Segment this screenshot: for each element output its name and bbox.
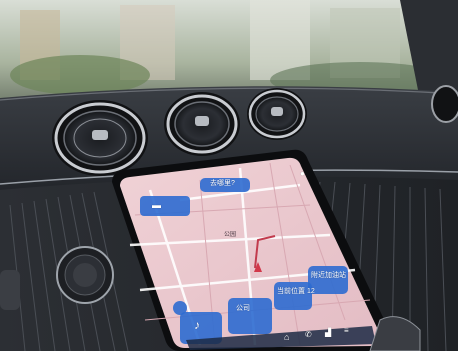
car-icon: ▬ bbox=[152, 200, 161, 210]
tile-far-right-label: 附近加油站 bbox=[311, 272, 346, 279]
home-icon[interactable]: ⌂ bbox=[284, 333, 289, 342]
air-vent-right bbox=[247, 88, 307, 140]
map-settings-button[interactable] bbox=[173, 301, 187, 315]
phone-icon[interactable]: ✆ bbox=[305, 331, 312, 339]
map-place-label: 公园 bbox=[224, 232, 237, 238]
left-edge-control bbox=[0, 270, 20, 310]
tile-right[interactable] bbox=[274, 282, 312, 310]
air-vent-left bbox=[52, 100, 148, 176]
seat-icon[interactable]: ▟ bbox=[325, 329, 331, 337]
destination-chip[interactable]: 去哪里? bbox=[210, 180, 235, 188]
car-tile[interactable] bbox=[140, 196, 190, 216]
mic-icon[interactable]: ● bbox=[300, 170, 305, 178]
volume-knob bbox=[56, 246, 114, 304]
dashboard-scene bbox=[0, 0, 458, 351]
tile-mid[interactable] bbox=[228, 298, 272, 334]
music-note-icon: ♪ bbox=[194, 318, 200, 332]
dashboard-photo: 去哪里? 公司 当前位置 12 附近加油站 公园 ▬ ♪ ⌂ ✆ ▟ ≡ ● bbox=[0, 0, 458, 351]
menu-icon[interactable]: ≡ bbox=[344, 327, 349, 335]
tile-mid-label: 公司 bbox=[236, 305, 250, 312]
tile-right-label: 当前位置 12 bbox=[277, 288, 315, 295]
trees bbox=[10, 55, 150, 95]
air-vent-center bbox=[164, 92, 240, 156]
air-vent-far-right bbox=[431, 85, 458, 123]
